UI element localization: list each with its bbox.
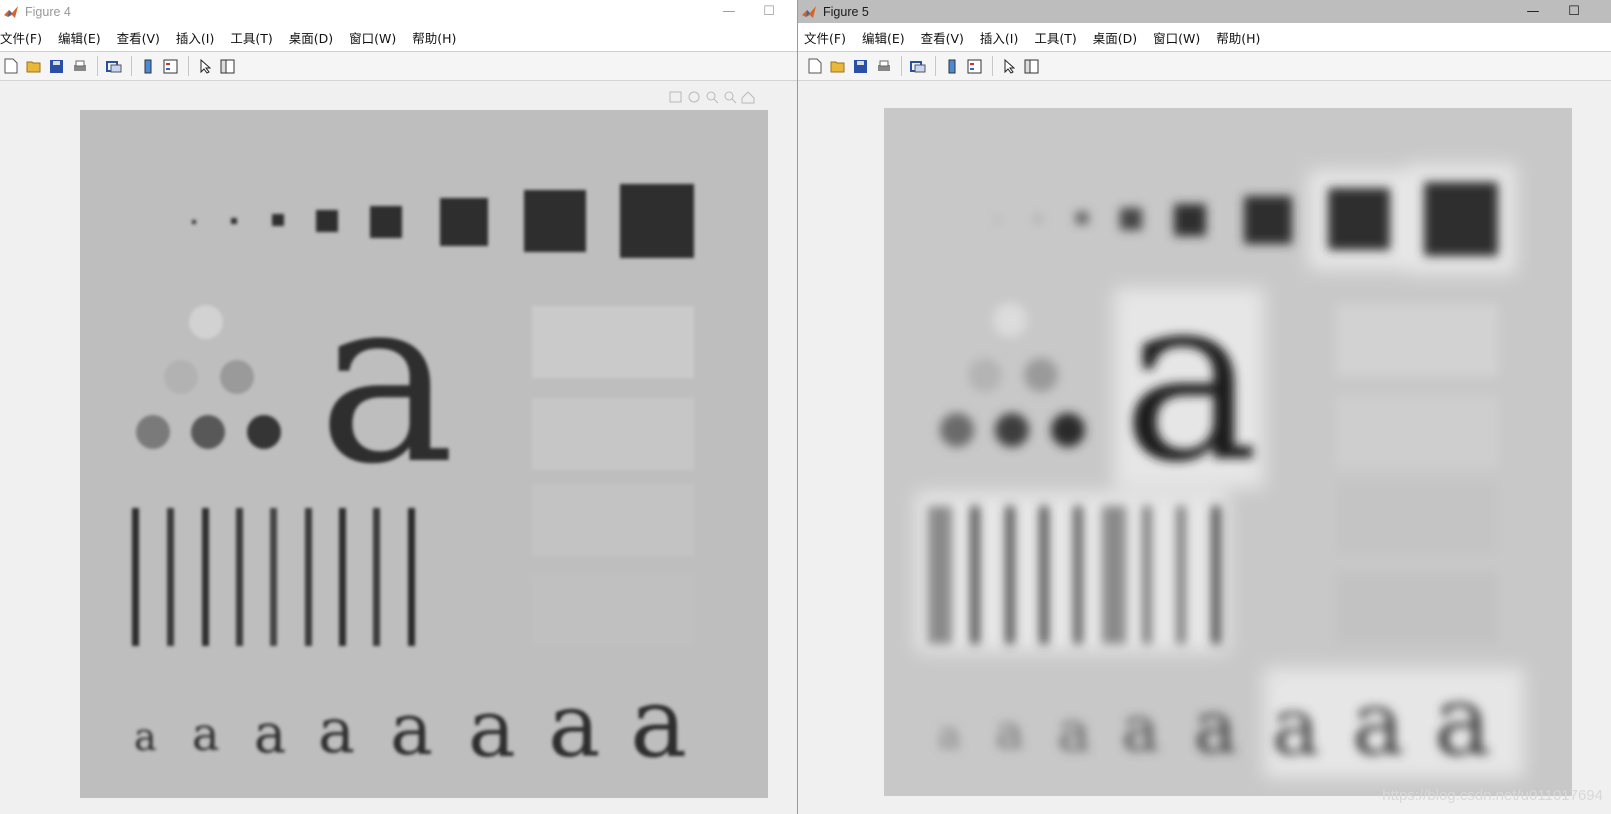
menu-edit[interactable]: 编辑(E) bbox=[58, 28, 109, 47]
menu-bar: 文件(F) 编辑(E) 查看(V) 插入(I) 工具(T) 桌面(D) 窗口(W… bbox=[0, 23, 797, 52]
figure-4-image[interactable]: a a a a a a a a a bbox=[80, 110, 768, 798]
zoom-out-icon[interactable] bbox=[722, 90, 738, 104]
toolbar-separator bbox=[901, 56, 902, 76]
test-pattern-image: a a a a a a a a a bbox=[80, 110, 768, 798]
menu-bar: 文件(F) 编辑(E) 查看(V) 插入(I) 工具(T) 桌面(D) 窗口(W… bbox=[798, 23, 1611, 52]
menu-view[interactable]: 查看(V) bbox=[117, 28, 168, 47]
large-letter-a: a bbox=[318, 248, 455, 515]
figure-5-image[interactable]: a a a a a a a a a bbox=[884, 108, 1572, 796]
svg-text:a: a bbox=[192, 707, 219, 761]
svg-text:a: a bbox=[630, 667, 687, 779]
window-title: Figure 5 bbox=[823, 4, 869, 19]
save-icon[interactable] bbox=[46, 56, 67, 77]
toolbar-separator bbox=[97, 56, 98, 76]
menu-window[interactable]: 窗口(W) bbox=[1153, 28, 1208, 47]
svg-text:a: a bbox=[1434, 665, 1491, 777]
figure-5-window: Figure 5 — ☐ 文件(F) 编辑(E) 查看(V) 插入(I) 工具(… bbox=[797, 0, 1611, 814]
menu-help[interactable]: 帮助(H) bbox=[1216, 28, 1268, 47]
svg-text:a: a bbox=[1122, 692, 1159, 765]
legend-icon[interactable] bbox=[964, 56, 985, 77]
toolbar-separator bbox=[935, 56, 936, 76]
maximize-button[interactable]: ☐ bbox=[749, 0, 789, 23]
brush-icon[interactable] bbox=[686, 90, 702, 104]
minimize-button[interactable]: — bbox=[709, 0, 749, 23]
svg-text:a: a bbox=[468, 682, 516, 775]
menu-insert[interactable]: 插入(I) bbox=[980, 28, 1026, 47]
menu-tools[interactable]: 工具(T) bbox=[1034, 28, 1084, 47]
menu-view[interactable]: 查看(V) bbox=[921, 28, 972, 47]
open-folder-icon[interactable] bbox=[827, 56, 848, 77]
svg-text:a: a bbox=[254, 702, 286, 765]
toolbar bbox=[0, 52, 797, 81]
new-file-icon[interactable] bbox=[804, 56, 825, 77]
filtered-test-pattern-image: a a a a a a a a a bbox=[884, 108, 1572, 796]
open-folder-icon[interactable] bbox=[23, 56, 44, 77]
menu-help[interactable]: 帮助(H) bbox=[412, 28, 464, 47]
svg-text:a: a bbox=[996, 705, 1023, 759]
toolbar-separator bbox=[188, 56, 189, 76]
link-figure-icon[interactable] bbox=[103, 56, 124, 77]
menu-desktop[interactable]: 桌面(D) bbox=[289, 28, 341, 47]
property-inspector-icon[interactable] bbox=[1021, 56, 1042, 77]
svg-text:a: a bbox=[134, 715, 157, 759]
watermark: https://blog.csdn.net/u011017694 bbox=[1382, 787, 1603, 804]
toolbar-separator bbox=[992, 56, 993, 76]
toolbar-separator bbox=[131, 56, 132, 76]
save-icon[interactable] bbox=[850, 56, 871, 77]
svg-text:a: a bbox=[1272, 680, 1320, 773]
maximize-button[interactable]: ☐ bbox=[1554, 0, 1594, 23]
svg-text:a: a bbox=[318, 694, 355, 767]
legend-icon[interactable] bbox=[160, 56, 181, 77]
svg-text:a: a bbox=[390, 687, 433, 771]
menu-edit[interactable]: 编辑(E) bbox=[862, 28, 913, 47]
svg-text:a: a bbox=[938, 713, 961, 757]
save-axes-icon[interactable] bbox=[668, 90, 684, 104]
home-icon[interactable] bbox=[740, 90, 756, 104]
menu-tools[interactable]: 工具(T) bbox=[230, 28, 280, 47]
svg-text:a: a bbox=[1194, 685, 1237, 769]
axes-toolbar bbox=[668, 90, 756, 104]
edit-plot-arrow-icon[interactable] bbox=[194, 56, 215, 77]
menu-file[interactable]: 文件(F) bbox=[804, 28, 854, 47]
property-inspector-icon[interactable] bbox=[217, 56, 238, 77]
zoom-in-icon[interactable] bbox=[704, 90, 720, 104]
svg-text:a: a bbox=[1352, 672, 1404, 775]
link-figure-icon[interactable] bbox=[907, 56, 928, 77]
title-bar[interactable]: Figure 5 — ☐ bbox=[798, 0, 1611, 23]
toolbar bbox=[798, 52, 1611, 81]
menu-file[interactable]: 文件(F) bbox=[0, 28, 50, 47]
window-title: Figure 4 bbox=[25, 4, 71, 19]
figure-4-window: Figure 4 — ☐ 文件(F) 编辑(E) 查看(V) 插入(I) 工具(… bbox=[0, 0, 797, 814]
menu-insert[interactable]: 插入(I) bbox=[176, 28, 222, 47]
print-icon[interactable] bbox=[873, 56, 894, 77]
matlab-icon bbox=[802, 5, 816, 18]
matlab-icon bbox=[4, 5, 18, 18]
svg-text:a: a bbox=[548, 674, 600, 777]
menu-window[interactable]: 窗口(W) bbox=[349, 28, 404, 47]
colorbar-icon[interactable] bbox=[941, 56, 962, 77]
print-icon[interactable] bbox=[69, 56, 90, 77]
menu-desktop[interactable]: 桌面(D) bbox=[1093, 28, 1145, 47]
minimize-button[interactable]: — bbox=[1513, 0, 1553, 23]
edit-plot-arrow-icon[interactable] bbox=[998, 56, 1019, 77]
colorbar-icon[interactable] bbox=[137, 56, 158, 77]
large-letter-a: a bbox=[1122, 246, 1259, 513]
svg-text:a: a bbox=[1058, 700, 1090, 763]
new-file-icon[interactable] bbox=[0, 56, 21, 77]
title-bar[interactable]: Figure 4 — ☐ bbox=[0, 0, 797, 23]
